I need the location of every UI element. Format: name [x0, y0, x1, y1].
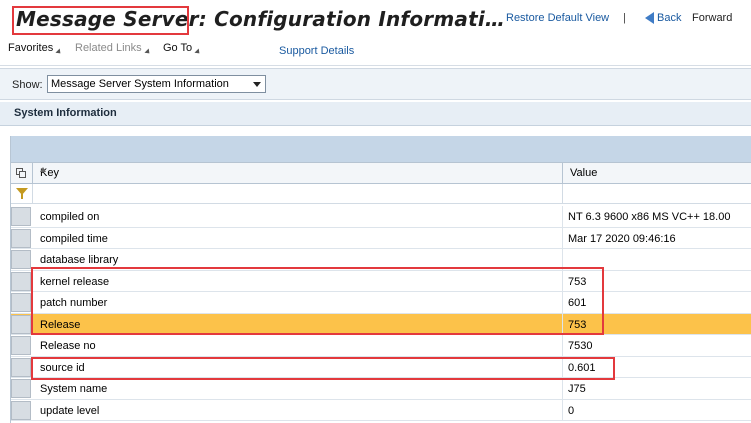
filter-toggle[interactable]: [11, 184, 33, 203]
row-selector[interactable]: [11, 336, 31, 355]
chevron-down-icon: [194, 48, 202, 56]
row-value: 753: [568, 318, 587, 331]
table-toolbar: [11, 136, 751, 162]
row-value: 7530: [568, 340, 593, 352]
table-row[interactable]: compiled time Mar 17 2020 09:46:16: [11, 227, 751, 249]
select-all-cell[interactable]: [11, 163, 33, 183]
table-row[interactable]: update level 0: [11, 399, 751, 421]
row-key: database library: [40, 254, 119, 266]
favorites-menu[interactable]: Favorites: [8, 42, 63, 56]
chevron-down-icon: [144, 48, 152, 56]
row-selector[interactable]: [11, 228, 31, 248]
row-key: patch number: [40, 297, 108, 309]
section-title: System Information: [14, 107, 117, 119]
filter-icon: [16, 188, 28, 199]
row-value: 0: [568, 404, 575, 417]
support-details-link[interactable]: Support Details: [279, 45, 354, 57]
related-links-label: Related Links: [75, 42, 142, 54]
row-key: Release no: [40, 340, 96, 352]
table-filter-row: [11, 184, 751, 204]
sort-ascending-icon[interactable]: [40, 167, 46, 172]
table-row[interactable]: Release no 7530: [11, 335, 751, 357]
table-row[interactable]: patch number 601: [11, 292, 751, 314]
copy-icon: [16, 168, 27, 179]
table-row[interactable]: compiled on NT 6.3 9600 x86 MS VC++ 18.0…: [11, 206, 751, 228]
row-selector[interactable]: [11, 293, 31, 312]
row-selector[interactable]: [11, 207, 31, 226]
row-value: 601: [568, 297, 587, 309]
filter-key-field[interactable]: [33, 184, 563, 203]
menu-bar: Favorites Related Links Go To Support De…: [0, 36, 751, 66]
title-separator: |: [623, 12, 626, 24]
chevron-down-icon: [55, 48, 63, 56]
show-bar: Show: Message Server System Information: [0, 68, 751, 100]
system-info-table: Key Value compiled on NT 6.3 9600 x86 MS…: [10, 136, 751, 423]
row-selector[interactable]: [11, 271, 31, 291]
back-label: Back: [657, 12, 682, 24]
row-key: compiled on: [40, 211, 100, 223]
row-value: 753: [568, 275, 587, 288]
row-key: source id: [40, 361, 85, 374]
dropdown-arrow-icon: [253, 82, 261, 87]
section-header: System Information: [0, 102, 751, 126]
go-to-label: Go To: [163, 42, 193, 54]
title-bar: Message Server: Configuration Informati……: [0, 0, 751, 36]
table-row[interactable]: database library: [11, 249, 751, 271]
table-body: compiled on NT 6.3 9600 x86 MS VC++ 18.0…: [11, 206, 751, 421]
back-arrow-icon: [645, 12, 654, 24]
forward-button[interactable]: Forward: [692, 12, 732, 24]
table-row[interactable]: kernel release 753: [11, 270, 751, 292]
row-selector[interactable]: [11, 314, 31, 334]
table-row[interactable]: System name J75: [11, 378, 751, 400]
favorites-label: Favorites: [8, 42, 54, 54]
row-value: 0.601: [568, 361, 596, 374]
row-key: update level: [40, 404, 100, 417]
row-key: kernel release: [40, 275, 110, 288]
row-key: compiled time: [40, 232, 108, 245]
show-dropdown[interactable]: Message Server System Information: [47, 75, 266, 93]
row-key: Release: [40, 318, 81, 331]
column-value-label: Value: [570, 167, 598, 179]
back-button[interactable]: Back: [645, 12, 681, 24]
row-key: System name: [40, 383, 108, 395]
row-selector[interactable]: [11, 400, 31, 420]
table-row-selected[interactable]: Release 753: [11, 313, 751, 335]
row-value: J75: [568, 383, 586, 395]
row-selector[interactable]: [11, 250, 31, 269]
row-selector[interactable]: [11, 357, 31, 377]
table-header-row: Key Value: [11, 162, 751, 184]
show-label: Show:: [12, 79, 43, 91]
go-to-menu[interactable]: Go To: [163, 42, 202, 56]
row-value: Mar 17 2020 09:46:16: [568, 232, 676, 245]
restore-default-view-link[interactable]: Restore Default View: [506, 12, 609, 24]
row-selector[interactable]: [11, 379, 31, 398]
related-links-menu[interactable]: Related Links: [75, 42, 152, 56]
show-selected-value: Message Server System Information: [51, 78, 229, 90]
column-header-key[interactable]: Key: [33, 163, 563, 183]
row-value: NT 6.3 9600 x86 MS VC++ 18.00: [568, 211, 731, 223]
page-title: Message Server: Configuration Informati…: [16, 7, 506, 31]
table-row[interactable]: source id 0.601: [11, 356, 751, 378]
